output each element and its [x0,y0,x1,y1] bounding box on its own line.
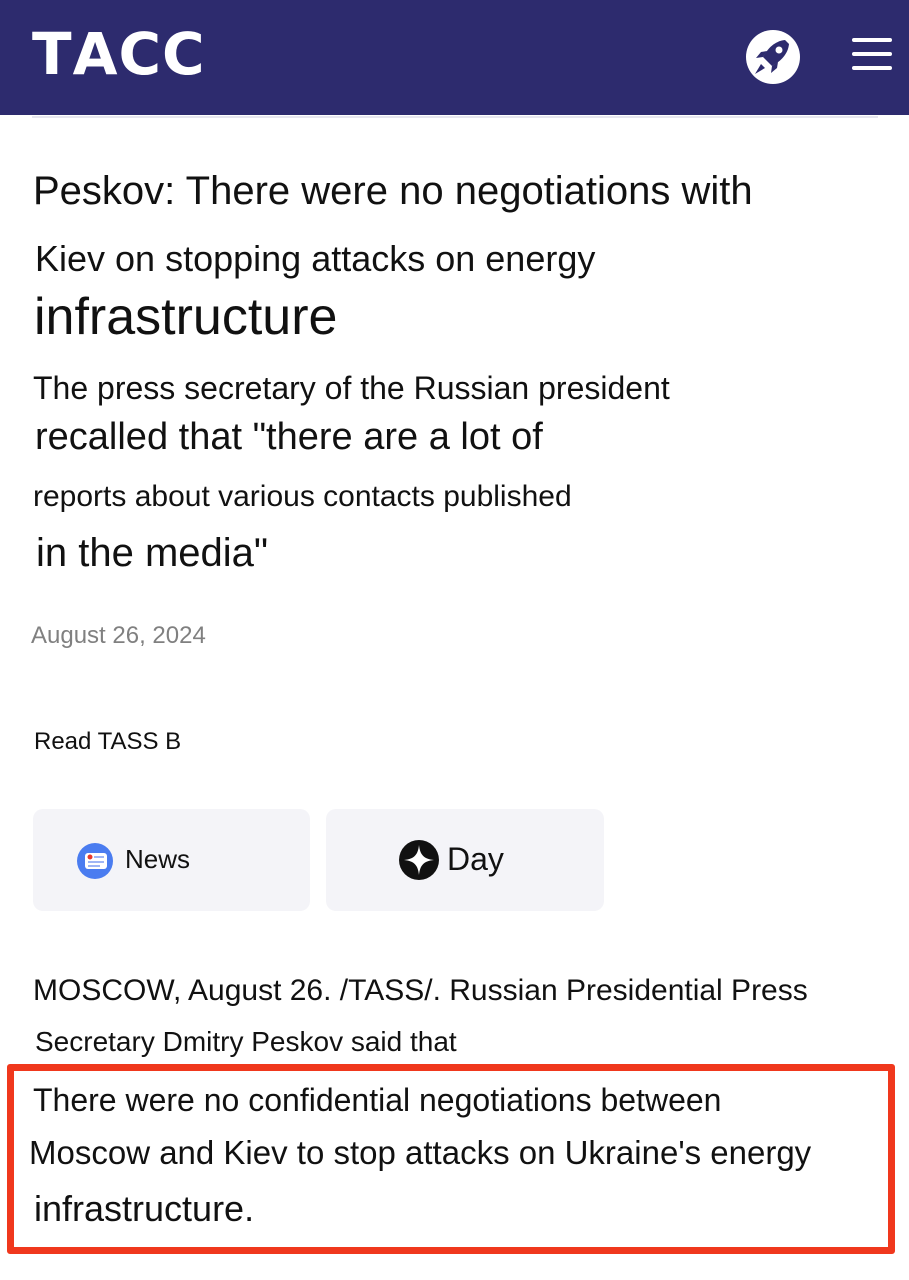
tass-logo[interactable]: ТАСС [32,22,206,86]
highlight-line-1: There were no confidential negotiations … [33,1082,722,1118]
news-service-button[interactable]: News [33,809,310,911]
highlight-line-3: infrastructure. [34,1188,255,1229]
day-service-button[interactable]: Day [326,809,604,911]
highlight-line-2: Moscow and Kiev to stop attacks on Ukrai… [29,1134,812,1171]
article-lead-line-3: reports about various contacts published [33,480,572,513]
article-lead-line-4: in the media" [36,531,269,575]
article-body-line-2: Secretary Dmitry Peskov said that [35,1026,457,1057]
article-title-line-1: Peskov: There were no negotiations with [33,169,753,213]
header-divider [32,116,878,118]
day-service-label: Day [447,841,504,877]
article-date: August 26, 2024 [31,622,206,649]
read-tass-label: Read TASS B [34,728,182,755]
article-title-line-2: Kiev on stopping attacks on energy [35,238,596,279]
article-title-line-3: infrastructure [34,288,338,346]
rocket-icon[interactable] [744,28,802,86]
hamburger-menu-icon[interactable] [852,38,892,72]
article-lead-line-1: The press secretary of the Russian presi… [33,370,670,406]
top-header: ТАСС [0,0,909,115]
day-service-icon [398,839,440,881]
news-service-label: News [125,844,191,874]
article-lead-line-2: recalled that "there are a lot of [35,416,543,458]
news-service-icon [76,842,114,880]
article-body-line-1: MOSCOW, August 26. /TASS/. Russian Presi… [33,974,808,1007]
